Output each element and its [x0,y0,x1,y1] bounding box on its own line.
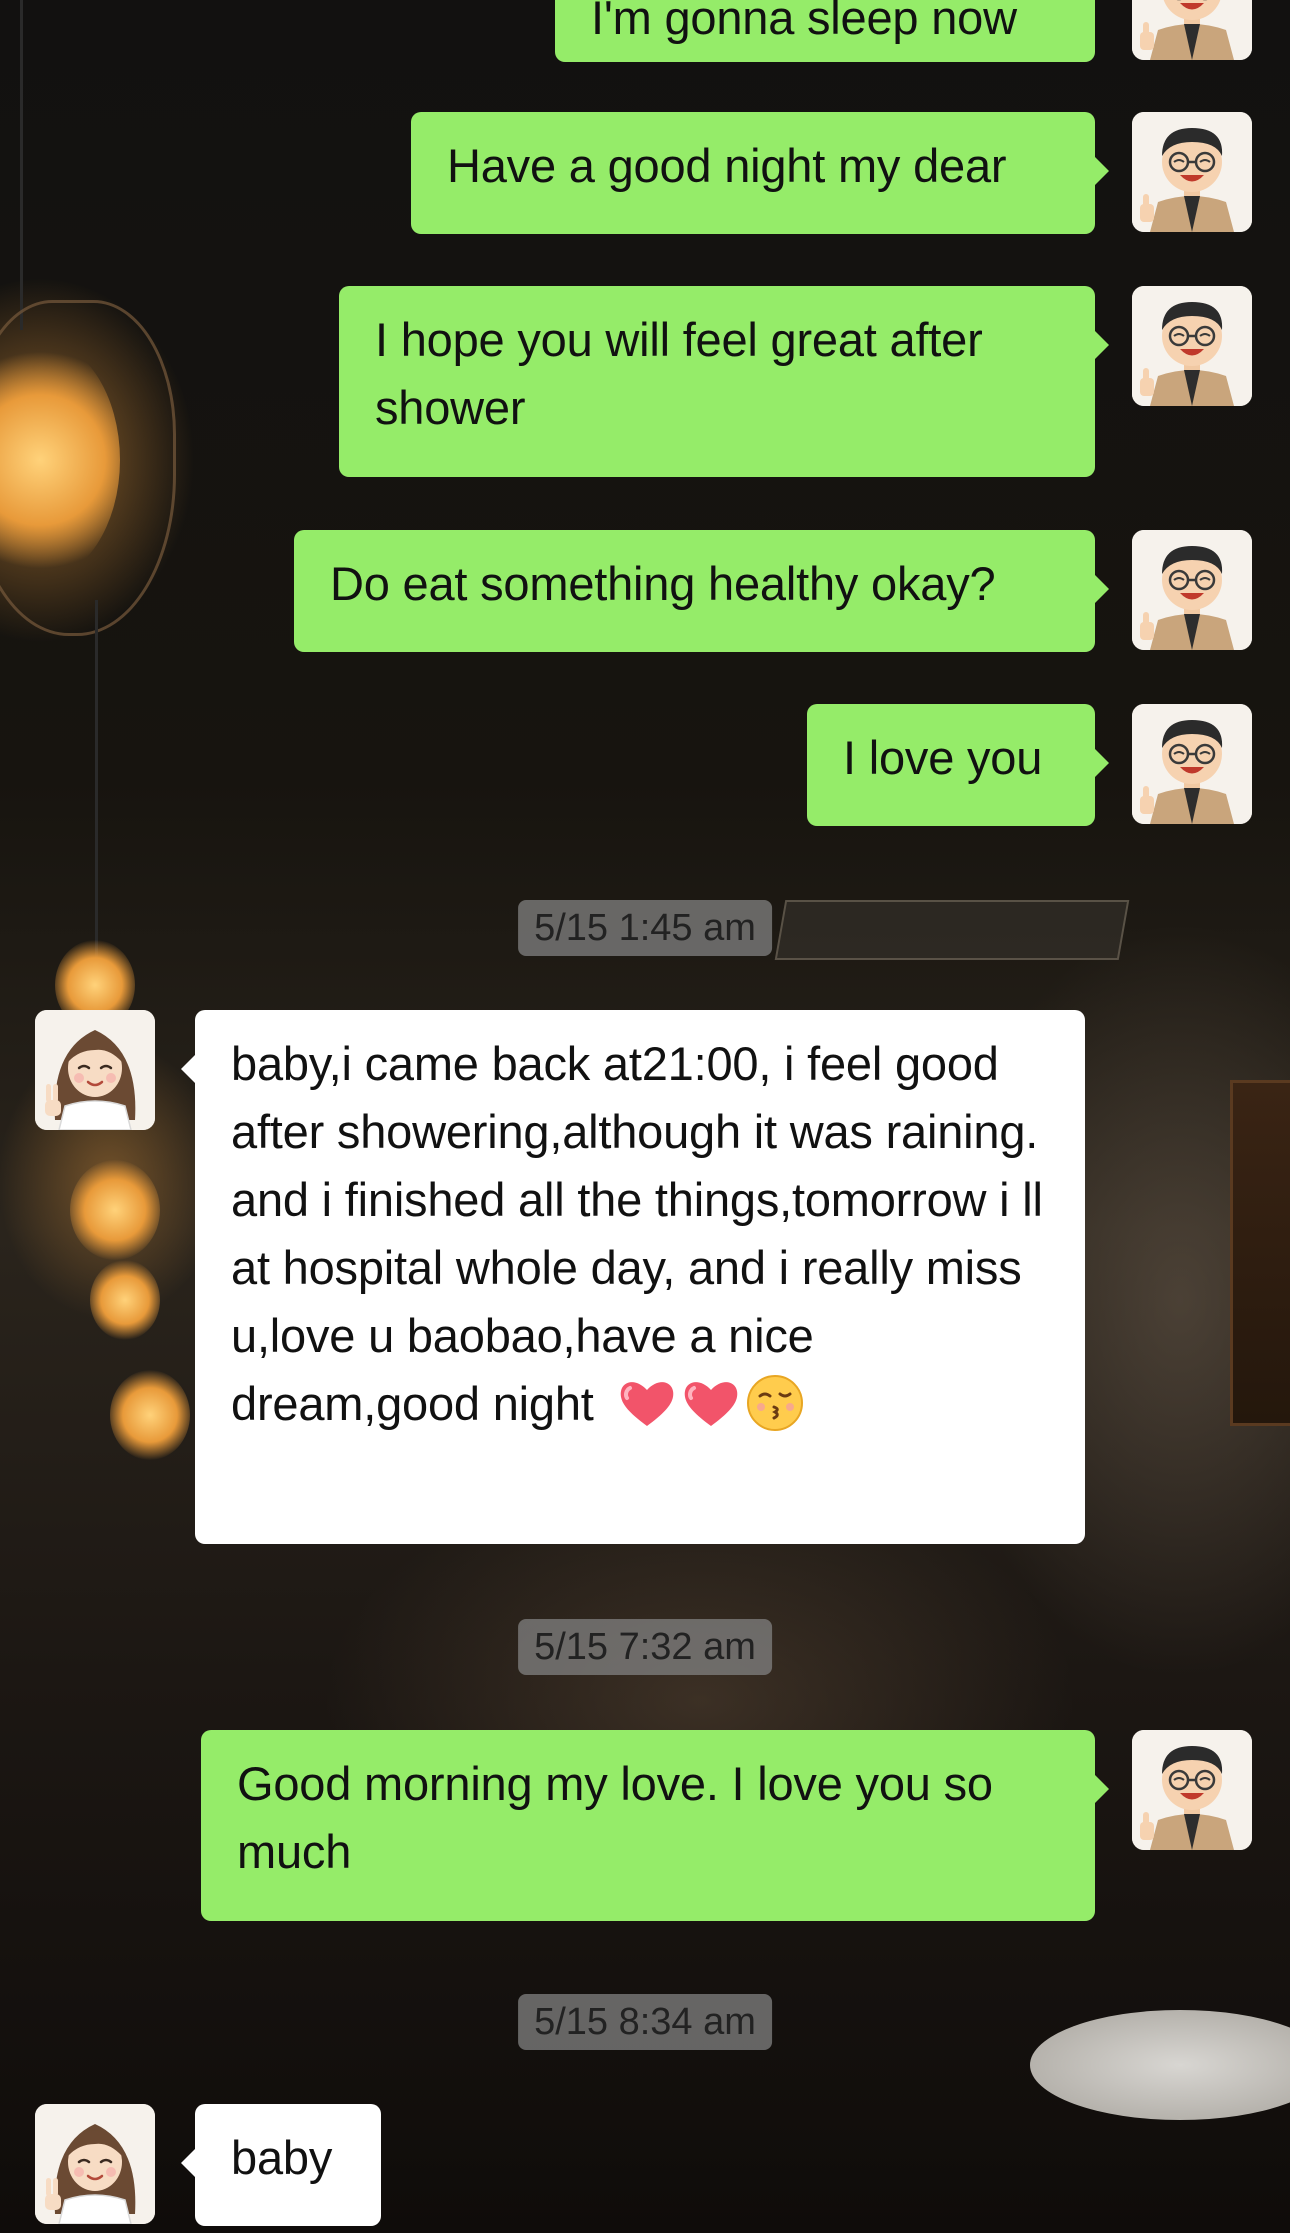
message-text: I love you [843,731,1043,784]
my-avatar[interactable] [1132,1730,1252,1850]
ceiling-vent [774,900,1130,960]
cafe-table [1030,2010,1290,2120]
kissing-face-icon [747,1375,804,1431]
message-timestamp: 5/15 8:34 am [518,1994,772,2050]
message-bubble-sent[interactable]: Do eat something healthy okay? [294,530,1109,652]
message-text: I'm gonna sleep now [591,0,1017,44]
red-heart-icon [621,1382,674,1426]
message-text: Have a good night my dear [447,139,1007,192]
message-text: Good morning my love. I love you so much [237,1757,993,1878]
message-bubble-received[interactable]: baby [181,2104,381,2226]
message-bubble-sent[interactable]: I'm gonna sleep now [555,0,1095,62]
man-avatar-icon [1132,112,1252,232]
message-text: Do eat something healthy okay? [330,557,996,610]
their-avatar[interactable] [35,2104,155,2224]
my-avatar[interactable] [1132,530,1252,650]
message-bubble-received[interactable]: baby,i came back at21:00, i feel good af… [181,1010,1085,1544]
wall-cabinet [1230,1080,1290,1426]
my-avatar[interactable] [1132,704,1252,824]
my-avatar[interactable] [1132,0,1252,60]
lamp-cord [20,0,23,330]
timestamp-text: 5/15 7:32 am [534,1626,756,1668]
message-timestamp: 5/15 7:32 am [518,1619,772,1675]
man-avatar-icon [1132,704,1252,824]
lamp-cord [95,600,98,960]
my-avatar[interactable] [1132,286,1252,406]
lamp-bulb [90,1260,160,1340]
red-heart-icon [685,1382,738,1426]
message-bubble-sent[interactable]: I hope you will feel great after shower [339,286,1109,477]
lamp-bulb [70,1160,160,1260]
timestamp-text: 5/15 8:34 am [534,2001,756,2043]
emoji-group [606,1375,804,1431]
man-avatar-icon [1132,0,1252,60]
man-avatar-icon [1132,530,1252,650]
message-bubble-sent[interactable]: Good morning my love. I love you so much [201,1730,1109,1921]
timestamp-text: 5/15 1:45 am [534,907,756,949]
my-avatar[interactable] [1132,112,1252,232]
message-text: I hope you will feel great after shower [375,313,983,434]
message-text: baby,i came back at21:00, i feel good af… [231,1037,1043,1430]
lamp-bulb [110,1370,190,1460]
man-avatar-icon [1132,286,1252,406]
woman-avatar-icon [35,2104,155,2224]
their-avatar[interactable] [35,1010,155,1130]
message-text: baby [231,2131,333,2184]
lamp-cage [0,300,176,636]
man-avatar-icon [1132,1730,1252,1850]
message-bubble-sent[interactable]: Have a good night my dear [411,112,1109,234]
message-bubble-sent[interactable]: I love you [807,704,1109,826]
message-timestamp: 5/15 1:45 am [518,900,772,956]
woman-avatar-icon [35,1010,155,1130]
